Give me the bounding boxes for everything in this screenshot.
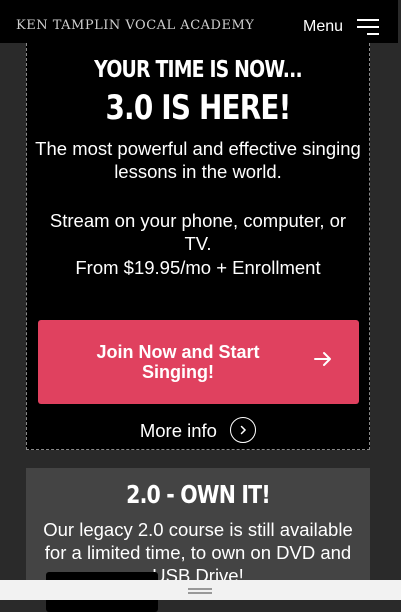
hero-tagline: YOUR TIME IS NOW... <box>94 57 303 83</box>
join-now-button-label: Join Now and Start Singing! <box>96 342 260 382</box>
top-navigation-bar: KEN TAMPLIN VOCAL ACADEMY Menu <box>0 0 401 43</box>
hamburger-menu-icon[interactable] <box>357 19 379 35</box>
more-info-link[interactable]: More info <box>27 417 369 444</box>
hero-price-text: From $19.95/mo + Enrollment <box>75 257 321 278</box>
menu-button[interactable]: Menu <box>303 18 343 36</box>
section2-title: 2.0 - OWN IT! <box>126 480 271 509</box>
hero-section: YOUR TIME IS NOW... 3.0 IS HERE! The mos… <box>26 43 370 450</box>
join-now-button[interactable]: Join Now and Start Singing! <box>38 320 359 404</box>
site-logo[interactable]: KEN TAMPLIN VOCAL ACADEMY <box>16 18 254 33</box>
drag-handle-icon[interactable] <box>188 588 212 594</box>
hero-title: 3.0 IS HERE! <box>105 88 291 128</box>
hero-stream-text: Stream on your phone, computer, or TV. <box>49 210 347 254</box>
more-info-label: More info <box>139 420 217 441</box>
hero-description: The most powerful and effective singing … <box>35 138 361 182</box>
arrow-right-icon <box>314 352 331 366</box>
chevron-right-circle-icon <box>230 417 257 443</box>
bottom-sheet-bar <box>0 580 401 600</box>
